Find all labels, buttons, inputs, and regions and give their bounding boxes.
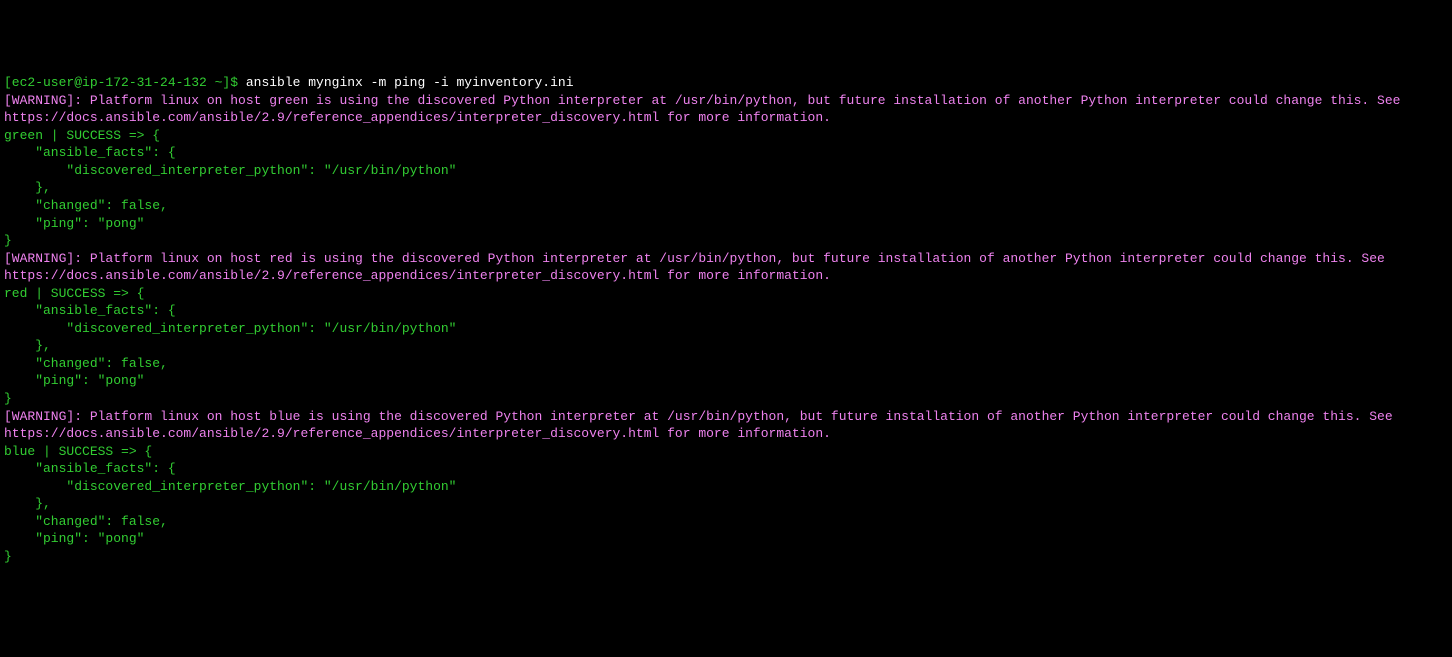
- result-line: "changed": false,: [4, 513, 1448, 531]
- result-line: "discovered_interpreter_python": "/usr/b…: [4, 162, 1448, 180]
- result-header: blue | SUCCESS => {: [4, 443, 1448, 461]
- result-line: "ansible_facts": {: [4, 460, 1448, 478]
- warning-line: https://docs.ansible.com/ansible/2.9/ref…: [4, 109, 1448, 127]
- result-line: "ping": "pong": [4, 530, 1448, 548]
- warning-line: [WARNING]: Platform linux on host green …: [4, 92, 1448, 110]
- result-line: "changed": false,: [4, 197, 1448, 215]
- result-header: green | SUCCESS => {: [4, 127, 1448, 145]
- result-line: },: [4, 495, 1448, 513]
- shell-command: ansible mynginx -m ping -i myinventory.i…: [246, 75, 574, 90]
- result-line: },: [4, 179, 1448, 197]
- result-line: "ping": "pong": [4, 372, 1448, 390]
- result-line: }: [4, 390, 1448, 408]
- result-line: "discovered_interpreter_python": "/usr/b…: [4, 478, 1448, 496]
- terminal-output: [ec2-user@ip-172-31-24-132 ~]$ ansible m…: [4, 74, 1448, 565]
- result-line: "changed": false,: [4, 355, 1448, 373]
- result-line: }: [4, 548, 1448, 566]
- result-line: }: [4, 232, 1448, 250]
- result-line: },: [4, 337, 1448, 355]
- warning-line: https://docs.ansible.com/ansible/2.9/ref…: [4, 267, 1448, 285]
- prompt-line[interactable]: [ec2-user@ip-172-31-24-132 ~]$ ansible m…: [4, 74, 1448, 92]
- result-header: red | SUCCESS => {: [4, 285, 1448, 303]
- shell-prompt: [ec2-user@ip-172-31-24-132 ~]$: [4, 75, 246, 90]
- warning-line: [WARNING]: Platform linux on host red is…: [4, 250, 1448, 268]
- warning-line: [WARNING]: Platform linux on host blue i…: [4, 408, 1448, 426]
- result-line: "ansible_facts": {: [4, 302, 1448, 320]
- warning-line: https://docs.ansible.com/ansible/2.9/ref…: [4, 425, 1448, 443]
- result-line: "ansible_facts": {: [4, 144, 1448, 162]
- result-line: "discovered_interpreter_python": "/usr/b…: [4, 320, 1448, 338]
- result-line: "ping": "pong": [4, 215, 1448, 233]
